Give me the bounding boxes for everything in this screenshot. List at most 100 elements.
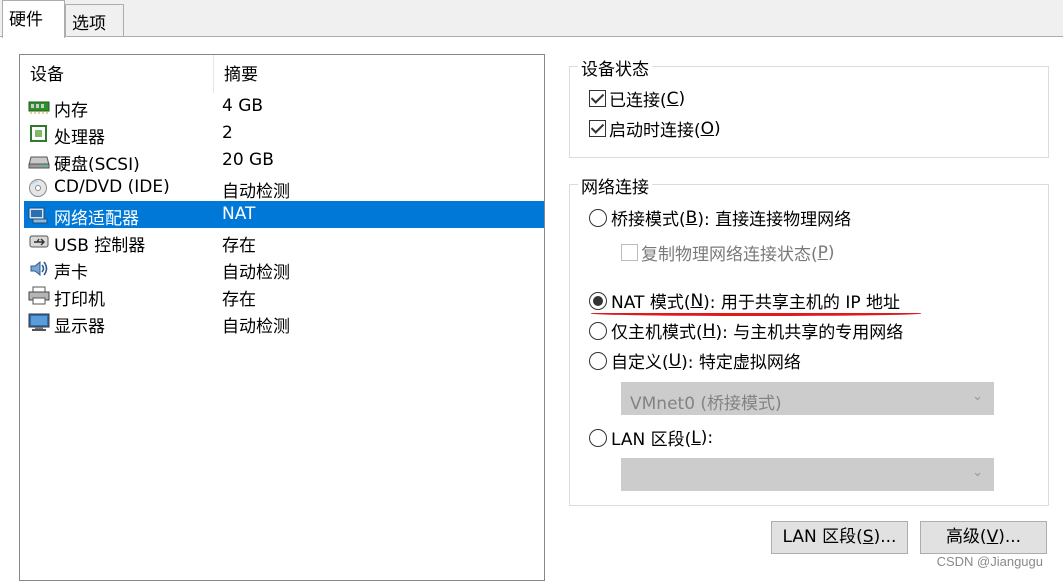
advanced-button[interactable]: 高级(V)...	[920, 521, 1047, 554]
connect-at-power-on-checkbox[interactable]: 启动时连接(O)	[589, 116, 721, 141]
device-row-network-adapter[interactable]: 网络适配器 NAT	[24, 201, 544, 229]
column-header-device[interactable]: 设备	[20, 55, 214, 93]
device-list: 设备 摘要 内存 4 GB 处理器 2 硬盘(SCSI) 20 GB CD/DV…	[19, 54, 545, 581]
bridged-radio-circle[interactable]	[589, 208, 607, 227]
replicate-state-checkbox[interactable]: 复制物理网络连接状态(P)	[621, 240, 835, 265]
tab-bar: 硬件 选项	[0, 0, 1063, 38]
device-row-printer[interactable]: 打印机 存在	[24, 282, 544, 310]
device-row-harddisk[interactable]: 硬盘(SCSI) 20 GB	[24, 147, 544, 175]
lan-segment-select[interactable]: ⌄	[621, 458, 994, 491]
device-summary: 4 GB	[222, 96, 264, 116]
replicate-accel-key: P	[817, 242, 828, 263]
replicate-label-post: )	[827, 242, 835, 263]
replicate-state-check-box[interactable]	[621, 244, 638, 261]
device-name: 网络适配器	[54, 209, 139, 229]
tab-hardware[interactable]: 硬件	[2, 0, 65, 38]
device-summary: 2	[222, 123, 233, 143]
device-summary: 自动检测	[222, 263, 290, 283]
device-name: USB 控制器	[54, 236, 146, 256]
device-name: 硬盘(SCSI)	[54, 155, 140, 175]
lan-segments-button-post: )...	[873, 527, 897, 547]
device-summary: NAT	[222, 204, 256, 224]
host-only-radio[interactable]: 仅主机模式(H): 与主机共享的专用网络	[589, 318, 903, 343]
device-name: 打印机	[54, 290, 105, 310]
memory-icon	[28, 97, 50, 116]
usb-icon	[28, 232, 50, 251]
connected-checkbox[interactable]: 已连接(C)	[589, 86, 685, 111]
device-name: 内存	[54, 101, 88, 121]
advanced-button-post: )...	[998, 527, 1022, 547]
device-row-usb[interactable]: USB 控制器 存在	[24, 228, 544, 256]
chevron-down-icon: ⌄	[972, 465, 983, 480]
tab-options[interactable]: 选项	[65, 4, 124, 37]
custom-radio-circle[interactable]	[589, 351, 607, 370]
host-only-label-pre: 仅主机模式(	[611, 323, 703, 343]
advanced-button-pre: 高级(	[945, 527, 987, 547]
host-only-radio-circle[interactable]	[589, 321, 607, 340]
device-summary: 自动检测	[222, 317, 290, 337]
custom-accel-key: U	[668, 350, 682, 371]
advanced-accel-key: V	[986, 527, 999, 547]
lan-segment-radio-circle[interactable]	[589, 428, 607, 447]
device-summary: 存在	[222, 236, 256, 256]
device-row-processor[interactable]: 处理器 2	[24, 120, 544, 148]
connected-accel-key: C	[666, 88, 679, 109]
device-row-memory[interactable]: 内存 4 GB	[24, 93, 544, 121]
device-summary: 20 GB	[222, 150, 274, 170]
sound-card-icon	[28, 259, 50, 278]
device-row-cd-dvd[interactable]: CD/DVD (IDE) 自动检测	[24, 174, 544, 202]
device-row-sound-card[interactable]: 声卡 自动检测	[24, 255, 544, 283]
connected-label-post: )	[678, 88, 686, 109]
watermark: CSDN @Jiangugu	[936, 554, 1043, 569]
device-status-legend: 设备状态	[578, 55, 652, 80]
lan-segment-accel-key: L	[691, 427, 701, 448]
bridged-label-post: ): 直接连接物理网络	[697, 210, 852, 230]
network-adapter-icon	[28, 205, 50, 224]
nat-radio-circle[interactable]	[589, 291, 607, 310]
lan-segment-label-post: ):	[700, 427, 714, 448]
device-name: CD/DVD (IDE)	[54, 177, 170, 197]
display-icon	[28, 313, 50, 332]
bridged-label-pre: 桥接模式(	[611, 210, 686, 230]
device-summary: 自动检测	[222, 182, 290, 202]
column-header-summary[interactable]: 摘要	[214, 55, 544, 93]
bridged-radio[interactable]: 桥接模式(B): 直接连接物理网络	[589, 205, 851, 230]
connected-check-box[interactable]	[589, 90, 606, 107]
custom-radio[interactable]: 自定义(U): 特定虚拟网络	[589, 348, 801, 373]
device-row-display[interactable]: 显示器 自动检测	[24, 309, 544, 337]
lan-segment-label-pre: LAN 区段(	[611, 430, 692, 450]
harddisk-icon	[28, 151, 50, 170]
connect-at-power-on-check-box[interactable]	[589, 120, 606, 137]
host-only-accel-key: H	[702, 320, 716, 341]
bridged-accel-key: B	[685, 207, 698, 228]
lan-segments-button[interactable]: LAN 区段(S)...	[771, 521, 908, 554]
nat-accel-key: N	[690, 290, 704, 311]
nat-radio[interactable]: NAT 模式(N): 用于共享主机的 IP 地址	[589, 288, 900, 313]
device-name: 处理器	[54, 128, 105, 148]
connected-label-pre: 已连接(	[609, 91, 667, 111]
custom-network-select[interactable]: VMnet0 (桥接模式) ⌄	[621, 382, 994, 415]
lan-segments-accel-key: S	[862, 527, 874, 547]
nat-label-post: ): 用于共享主机的 IP 地址	[703, 293, 901, 313]
device-name: 声卡	[54, 263, 88, 283]
device-summary: 存在	[222, 290, 256, 310]
device-status-group: 设备状态	[569, 55, 1049, 158]
connect-at-power-on-label-pre: 启动时连接(	[609, 121, 701, 141]
connect-at-power-on-label-post: )	[714, 118, 721, 139]
custom-network-select-value: VMnet0 (桥接模式)	[630, 394, 782, 414]
red-underline-annotation	[591, 311, 921, 316]
processor-icon	[28, 124, 50, 143]
printer-icon	[28, 286, 50, 305]
network-connection-legend: 网络连接	[578, 173, 652, 198]
connect-at-power-on-accel-key: O	[700, 118, 715, 139]
custom-label-pre: 自定义(	[611, 353, 669, 373]
replicate-label-pre: 复制物理网络连接状态(	[641, 245, 818, 265]
chevron-down-icon: ⌄	[972, 389, 983, 404]
cd-dvd-icon	[28, 178, 50, 197]
nat-label-pre: NAT 模式(	[611, 293, 691, 313]
lan-segment-radio[interactable]: LAN 区段(L):	[589, 425, 713, 450]
lan-segments-button-pre: LAN 区段(	[782, 527, 863, 547]
host-only-label-post: ): 与主机共享的专用网络	[715, 323, 904, 343]
custom-label-post: ): 特定虚拟网络	[681, 353, 801, 373]
device-name: 显示器	[54, 317, 105, 337]
